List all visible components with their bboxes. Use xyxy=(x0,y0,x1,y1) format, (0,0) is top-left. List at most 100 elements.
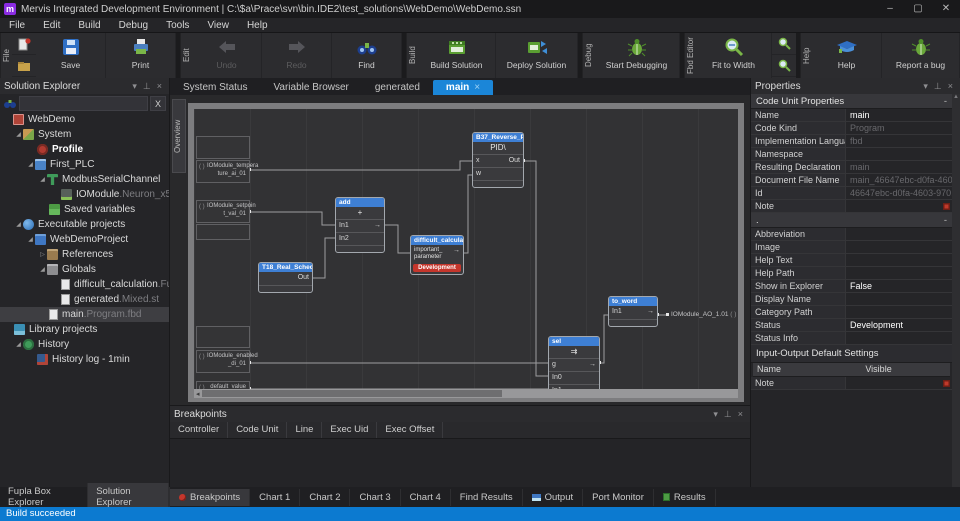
io-input-setpoint[interactable]: ( ) IOModule_setpoin t_val_01 xyxy=(196,200,250,223)
note-indicator-icon[interactable] xyxy=(943,380,950,387)
canvas-horizontal-scrollbar[interactable]: ◂ xyxy=(194,389,738,398)
report-a-bug-button[interactable]: Report a bug xyxy=(882,33,960,78)
pin-x[interactable]: x xyxy=(476,157,480,165)
pin-out-arrow-icon[interactable]: → xyxy=(374,222,381,230)
open-file-button[interactable] xyxy=(12,55,36,77)
menu-help[interactable]: Help xyxy=(238,20,277,31)
property-value[interactable]: 46647ebc-d0fa-4603-970... xyxy=(846,187,952,199)
tree-item-profile[interactable]: Profile xyxy=(0,142,169,157)
panel-dropdown-icon[interactable]: ▾ xyxy=(710,409,721,420)
pin-out[interactable]: Out xyxy=(509,157,520,165)
expand-arrow-icon[interactable]: ◢ xyxy=(14,341,23,348)
panel-dropdown-icon[interactable]: ▾ xyxy=(129,81,140,92)
io-input-empty[interactable] xyxy=(196,326,250,348)
fbd-block-pid[interactable]: B37_Reverse_PI... PID\ xOut w xyxy=(472,132,524,188)
pin-out-arrow-icon[interactable]: → xyxy=(453,247,460,261)
fbd-block-difficult-calculation[interactable]: difficult_calculatio... important_parame… xyxy=(410,235,464,275)
expand-arrow-icon[interactable]: ◢ xyxy=(14,221,23,228)
zoom-out-button[interactable] xyxy=(772,55,796,77)
panel-close-icon[interactable]: × xyxy=(945,81,956,91)
tree-item-system[interactable]: ◢ System xyxy=(0,127,169,142)
tree-item-main[interactable]: main .Program.fbd xyxy=(0,307,169,322)
redo-button[interactable]: Redo xyxy=(262,33,332,78)
column-exec-uid[interactable]: Exec Uid xyxy=(322,422,377,438)
pin-out-arrow-icon[interactable]: → xyxy=(589,361,596,369)
panel-pin-icon[interactable]: ⊥ xyxy=(931,81,945,92)
search-input[interactable] xyxy=(19,96,148,111)
pin-in1[interactable]: In1 xyxy=(612,308,622,317)
tab-results[interactable]: Results xyxy=(654,489,716,506)
section-io-default-settings[interactable]: Input-Output Default Settings xyxy=(751,345,952,363)
panel-dropdown-icon[interactable]: ▾ xyxy=(920,81,931,92)
pin-w[interactable]: w xyxy=(476,170,481,178)
scroll-up-icon[interactable]: ▲ xyxy=(953,94,959,100)
tab-chart-2[interactable]: Chart 2 xyxy=(300,489,350,506)
properties-scrollbar[interactable]: ▲ xyxy=(952,94,960,487)
io-input-temperature[interactable]: ( ) IOModule_tempera ture_ai_01 xyxy=(196,160,250,183)
tab-chart-1[interactable]: Chart 1 xyxy=(250,489,300,506)
property-value[interactable] xyxy=(846,293,952,305)
tree-item-globals[interactable]: ◢ Globals xyxy=(0,262,169,277)
panel-close-icon[interactable]: × xyxy=(735,409,746,419)
tree-item-modbus-serial-channel[interactable]: ◢ ModbusSerialChannel xyxy=(0,172,169,187)
property-value[interactable] xyxy=(846,254,952,266)
fit-to-width-button[interactable]: Fit to Width xyxy=(696,33,772,78)
column-exec-offset[interactable]: Exec Offset xyxy=(377,422,443,438)
undo-button[interactable]: Undo xyxy=(192,33,262,78)
expand-arrow-icon[interactable]: ◢ xyxy=(14,131,23,138)
save-button[interactable]: Save xyxy=(36,33,106,78)
pin-out[interactable]: Out xyxy=(298,274,309,283)
property-value[interactable] xyxy=(846,200,952,212)
io-input-enabled[interactable]: ( ) IOModule_enabled _di_01 xyxy=(196,350,250,373)
tab-main[interactable]: main× xyxy=(433,80,493,95)
section-dot[interactable]: .- xyxy=(751,213,952,228)
fbd-block-to-word[interactable]: to_word In1→ xyxy=(608,296,658,327)
tab-find-results[interactable]: Find Results xyxy=(451,489,523,506)
pin-g[interactable]: g xyxy=(552,361,556,369)
property-value[interactable] xyxy=(846,228,952,240)
tree-item-references[interactable]: ▷ References xyxy=(0,247,169,262)
tree-item-history-log[interactable]: History log - 1min xyxy=(0,352,169,367)
tree-item-saved-variables[interactable]: Saved variables xyxy=(0,202,169,217)
property-value[interactable] xyxy=(846,377,952,389)
build-solution-button[interactable]: Build Solution xyxy=(418,33,496,78)
fbd-block-add[interactable]: add + In1→ In2 xyxy=(335,197,385,253)
io-input-empty[interactable] xyxy=(196,136,250,159)
menu-file[interactable]: File xyxy=(0,20,34,31)
expand-arrow-icon[interactable]: ◢ xyxy=(38,176,47,183)
help-button[interactable]: Help xyxy=(812,33,882,78)
property-value[interactable] xyxy=(846,148,952,160)
fbd-canvas[interactable]: Overview ( ) xyxy=(170,95,750,405)
maximize-button[interactable]: ▢ xyxy=(904,0,932,18)
menu-tools[interactable]: Tools xyxy=(157,20,198,31)
section-code-unit-properties[interactable]: Code Unit Properties- xyxy=(751,94,952,109)
io-col-name[interactable]: Name xyxy=(753,363,861,376)
tree-item-generated[interactable]: generated .Mixed.st xyxy=(0,292,169,307)
pin-in1[interactable]: In1 xyxy=(339,222,349,230)
property-value[interactable] xyxy=(846,332,952,344)
start-debugging-button[interactable]: Start Debugging xyxy=(594,33,680,78)
tab-close-icon[interactable]: × xyxy=(474,82,480,93)
io-output-ao[interactable]: IOModule_AO_1.01 ( ) xyxy=(671,311,736,318)
tree-item-history[interactable]: ◢ History xyxy=(0,337,169,352)
search-clear-button[interactable]: X xyxy=(150,96,166,111)
property-value[interactable]: main xyxy=(846,109,952,121)
tree-item-difficult-calculation[interactable]: difficult_calculation .Function xyxy=(0,277,169,292)
panel-pin-icon[interactable]: ⊥ xyxy=(721,409,735,420)
io-input-empty[interactable] xyxy=(196,224,250,240)
tree-item-webdemoproject[interactable]: ◢ WebDemoProject xyxy=(0,232,169,247)
tree-item-executable-projects[interactable]: ◢ Executable projects xyxy=(0,217,169,232)
pin-in0[interactable]: In0 xyxy=(552,374,562,382)
property-value[interactable] xyxy=(846,241,952,253)
tree-item-iomodule[interactable]: IOModule .Neuron_x550.1.0.v xyxy=(0,187,169,202)
property-value[interactable]: main_46647ebc-d0fa-460... xyxy=(846,174,952,186)
collapse-section-icon[interactable]: - xyxy=(944,96,947,107)
expand-arrow-icon[interactable]: ◢ xyxy=(38,266,47,273)
find-button[interactable]: Find xyxy=(332,33,402,78)
tab-variable-browser[interactable]: Variable Browser xyxy=(260,80,361,95)
scroll-left-icon[interactable]: ◂ xyxy=(194,390,202,398)
menu-edit[interactable]: Edit xyxy=(34,20,69,31)
property-value[interactable]: Development xyxy=(846,319,952,331)
expand-arrow-icon[interactable]: ◢ xyxy=(26,161,35,168)
tab-port-monitor[interactable]: Port Monitor xyxy=(583,489,654,506)
